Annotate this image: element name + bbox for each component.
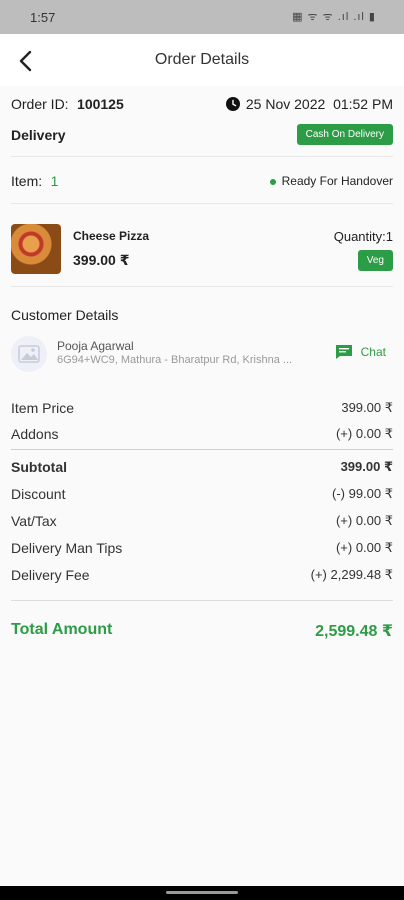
status-bar: 1:57 ▦ ᯤ ᯤ .ıl .ıl ▮	[0, 0, 404, 34]
order-status: Ready For Handover	[269, 174, 393, 188]
tips-label: Delivery Man Tips	[11, 540, 123, 556]
delivery-fee-value: (+) 2,299.48 ₹	[310, 567, 393, 582]
order-id-value: 100125	[77, 96, 124, 112]
vat-label: Vat/Tax	[11, 513, 57, 529]
discount-label: Discount	[11, 486, 66, 502]
divider	[11, 203, 393, 204]
customer-address: 6G94+WC9, Mathura - Bharatpur Rd, Krishn…	[57, 354, 293, 366]
veg-badge: Veg	[357, 250, 393, 271]
chat-icon	[335, 345, 352, 359]
item-price: 399.00 ₹	[73, 252, 130, 268]
status-time: 1:57	[30, 10, 56, 25]
status-dot-icon	[269, 178, 276, 185]
discount-value: (-) 99.00 ₹	[331, 486, 393, 501]
divider	[11, 449, 393, 450]
status-icons: ▦ ᯤ ᯤ .ıl .ıl ▮	[292, 11, 376, 23]
delivery-fee-label: Delivery Fee	[11, 567, 90, 583]
subtotal-label: Subtotal	[11, 459, 67, 475]
chat-label: Chat	[360, 345, 386, 359]
item-quantity: Quantity:1	[333, 229, 393, 244]
item-status-row: Item: 1 Ready For Handover	[11, 173, 393, 191]
customer-avatar	[11, 336, 47, 372]
item-price-value: 399.00 ₹	[341, 400, 393, 415]
image-placeholder-icon	[18, 345, 40, 363]
system-nav-bar	[0, 886, 404, 900]
order-id-row: Order ID: 100125 25 Nov 2022 01:52 PM	[11, 96, 393, 114]
divider	[11, 156, 393, 157]
divider	[11, 600, 393, 601]
item-count-value: 1	[50, 173, 59, 189]
order-date: 25 Nov 2022	[245, 96, 326, 112]
customer-section-title: Customer Details	[11, 307, 119, 323]
home-indicator[interactable]	[166, 891, 238, 894]
order-id-label: Order ID:	[11, 96, 69, 112]
app-bar: Order Details	[0, 34, 404, 86]
total-label: Total Amount	[11, 621, 113, 638]
tips-value: (+) 0.00 ₹	[335, 540, 393, 555]
divider	[11, 286, 393, 287]
item-price-label: Item Price	[11, 400, 75, 416]
page-title: Order Details	[154, 51, 250, 68]
payment-method-badge: Cash On Delivery	[296, 124, 393, 145]
clock-icon	[225, 97, 240, 111]
vat-value: (+) 0.00 ₹	[335, 513, 393, 528]
delivery-row: Delivery Cash On Delivery	[11, 124, 393, 146]
order-details-content: Order ID: 100125 25 Nov 2022 01:52 PM De…	[0, 86, 404, 886]
total-value: 2,599.48 ₹	[315, 623, 393, 640]
customer-name: Pooja Agarwal	[57, 339, 134, 353]
chat-button[interactable]: Chat	[335, 344, 386, 360]
item-count-label: Item:	[11, 173, 43, 189]
order-datetime: 25 Nov 2022 01:52 PM	[225, 96, 393, 112]
order-time: 01:52 PM	[333, 96, 393, 112]
subtotal-value: 399.00 ₹	[340, 459, 393, 474]
addons-label: Addons	[11, 426, 59, 442]
item-name: Cheese Pizza	[73, 229, 150, 243]
order-type: Delivery	[11, 127, 66, 143]
pizza-image	[11, 224, 61, 274]
order-status-text: Ready For Handover	[281, 174, 393, 188]
addons-value: (+) 0.00 ₹	[335, 426, 393, 441]
